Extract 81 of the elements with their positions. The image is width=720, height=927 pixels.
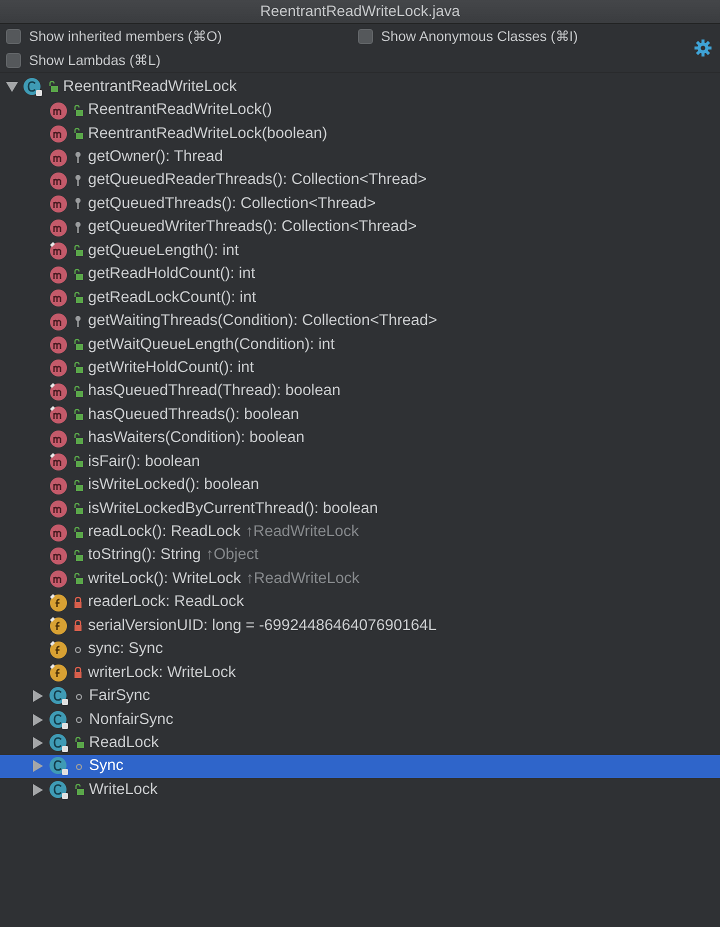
checkbox[interactable] bbox=[6, 28, 21, 44]
expanded-arrow-icon[interactable] bbox=[6, 80, 18, 93]
member-label: getWaitingThreads(Condition): Collection<Thread> bbox=[88, 312, 438, 330]
member-label: ReentrantReadWriteLock() bbox=[88, 101, 272, 120]
member-label: Sync bbox=[89, 757, 124, 776]
member-row[interactable]: getQueuedWriterThreads(): Collection<Thread> bbox=[0, 216, 720, 240]
option-checkbox[interactable]: Show Lambdas (⌘L) bbox=[6, 52, 358, 68]
collapsed-arrow-icon[interactable] bbox=[32, 690, 44, 702]
member-label: NonfairSync bbox=[89, 710, 174, 729]
member-row[interactable]: getOwner(): Thread bbox=[0, 145, 720, 169]
option-checkbox[interactable]: Show inherited members (⌘O) bbox=[6, 28, 358, 44]
member-row[interactable]: getReadLockCount(): int bbox=[0, 286, 720, 310]
checkbox[interactable] bbox=[358, 28, 373, 44]
member-row[interactable]: ReentrantReadWriteLock(boolean) bbox=[0, 122, 720, 146]
member-label: getQueueLength(): int bbox=[88, 242, 239, 260]
member-row[interactable]: readLock(): ReadLock ↑ReadWriteLock bbox=[0, 520, 720, 544]
member-row[interactable]: toString(): String ↑Object bbox=[0, 544, 720, 568]
member-row[interactable]: sync: Sync bbox=[0, 638, 720, 661]
member-row[interactable]: writeLock(): WriteLock ↑ReadWriteLock bbox=[0, 567, 720, 591]
window-title: ReentrantReadWriteLock.java bbox=[260, 3, 460, 20]
class-row[interactable]: FairSync bbox=[0, 684, 720, 708]
member-label: getQueuedThreads(): Collection<Thread> bbox=[88, 194, 376, 213]
member-row[interactable]: hasQueuedThreads(): boolean bbox=[0, 403, 720, 427]
member-label: hasQueuedThreads(): boolean bbox=[88, 406, 300, 424]
member-label: ReentrantReadWriteLock(boolean) bbox=[88, 124, 328, 143]
class-row[interactable]: ReadLock bbox=[0, 731, 720, 755]
member-label: readerLock: ReadLock bbox=[88, 593, 244, 612]
settings-icon[interactable] bbox=[694, 39, 712, 57]
class-row[interactable]: Sync bbox=[0, 754, 720, 778]
member-label: isWriteLocked(): boolean bbox=[88, 476, 260, 494]
member-row[interactable]: serialVersionUID: long = -6992448646407690164L bbox=[0, 614, 720, 638]
collapsed-arrow-icon[interactable] bbox=[32, 784, 44, 796]
checkbox-label: Show inherited members (⌘O) bbox=[29, 28, 222, 44]
member-label: sync: Sync bbox=[88, 640, 163, 658]
member-row[interactable]: getWaitQueueLength(Condition): int bbox=[0, 332, 720, 356]
member-label: FairSync bbox=[89, 687, 150, 706]
member-label: WriteLock bbox=[89, 780, 158, 799]
member-label: writerLock: WriteLock bbox=[88, 664, 236, 682]
member-label: readLock(): ReadLock bbox=[88, 523, 240, 542]
member-row[interactable]: getQueueLength(): int bbox=[0, 239, 720, 262]
member-label: hasWaiters(Condition): boolean bbox=[88, 429, 305, 448]
member-label: getWriteHoldCount(): int bbox=[88, 358, 254, 377]
member-row[interactable]: getReadHoldCount(): int bbox=[0, 262, 720, 286]
member-label: getReadLockCount(): int bbox=[88, 288, 256, 307]
checkbox[interactable] bbox=[6, 52, 21, 68]
checkbox-label: Show Lambdas (⌘L) bbox=[29, 52, 161, 68]
member-label: getReadHoldCount(): int bbox=[88, 265, 256, 284]
member-row[interactable]: getWriteHoldCount(): int bbox=[0, 356, 720, 380]
inherited-from-label: ↑ReadWriteLock bbox=[246, 523, 359, 542]
member-row[interactable]: hasQueuedThread(Thread): boolean bbox=[0, 380, 720, 404]
member-row[interactable]: isWriteLocked(): boolean bbox=[0, 473, 720, 497]
class-row[interactable]: ReentrantReadWriteLock bbox=[0, 75, 720, 98]
member-label: ReadLock bbox=[89, 734, 159, 752]
checkbox-label: Show Anonymous Classes (⌘I) bbox=[381, 28, 578, 44]
inherited-from-label: ↑ReadWriteLock bbox=[246, 570, 360, 588]
member-label: getQueuedReaderThreads(): Collection<Thread> bbox=[88, 171, 427, 190]
member-label: serialVersionUID: long = -6992448646407690164L bbox=[88, 616, 437, 635]
class-row[interactable]: WriteLock bbox=[0, 778, 720, 802]
member-row[interactable]: getQueuedThreads(): Collection<Thread> bbox=[0, 192, 720, 216]
member-row[interactable]: ReentrantReadWriteLock() bbox=[0, 98, 720, 122]
member-row[interactable]: readerLock: ReadLock bbox=[0, 590, 720, 614]
member-label: isWriteLockedByCurrentThread(): boolean bbox=[88, 500, 378, 518]
collapsed-arrow-icon[interactable] bbox=[32, 736, 44, 749]
member-label: hasQueuedThread(Thread): boolean bbox=[88, 382, 340, 400]
member-row[interactable]: getQueuedReaderThreads(): Collection<Thread> bbox=[0, 168, 720, 192]
member-label: getOwner(): Thread bbox=[88, 148, 223, 166]
member-row[interactable]: isWriteLockedByCurrentThread(): boolean bbox=[0, 496, 720, 520]
member-label: ReentrantReadWriteLock bbox=[63, 78, 237, 96]
member-row[interactable]: hasWaiters(Condition): boolean bbox=[0, 426, 720, 450]
option-checkbox[interactable]: Show Anonymous Classes (⌘I) bbox=[358, 28, 694, 44]
member-row[interactable]: getWaitingThreads(Condition): Collection<Thread> bbox=[0, 309, 720, 333]
member-label: getWaitQueueLength(Condition): int bbox=[88, 336, 335, 354]
collapsed-arrow-icon[interactable] bbox=[32, 714, 44, 726]
member-row[interactable]: isFair(): boolean bbox=[0, 450, 720, 474]
member-row[interactable]: writerLock: WriteLock bbox=[0, 660, 720, 684]
member-label: toString(): String bbox=[88, 546, 201, 564]
member-label: getQueuedWriterThreads(): Collection<Thread> bbox=[88, 218, 417, 236]
class-row[interactable]: NonfairSync bbox=[0, 708, 720, 732]
inherited-from-label: ↑Object bbox=[206, 546, 258, 564]
member-label: writeLock(): WriteLock bbox=[88, 570, 242, 588]
member-label: isFair(): boolean bbox=[88, 452, 200, 471]
